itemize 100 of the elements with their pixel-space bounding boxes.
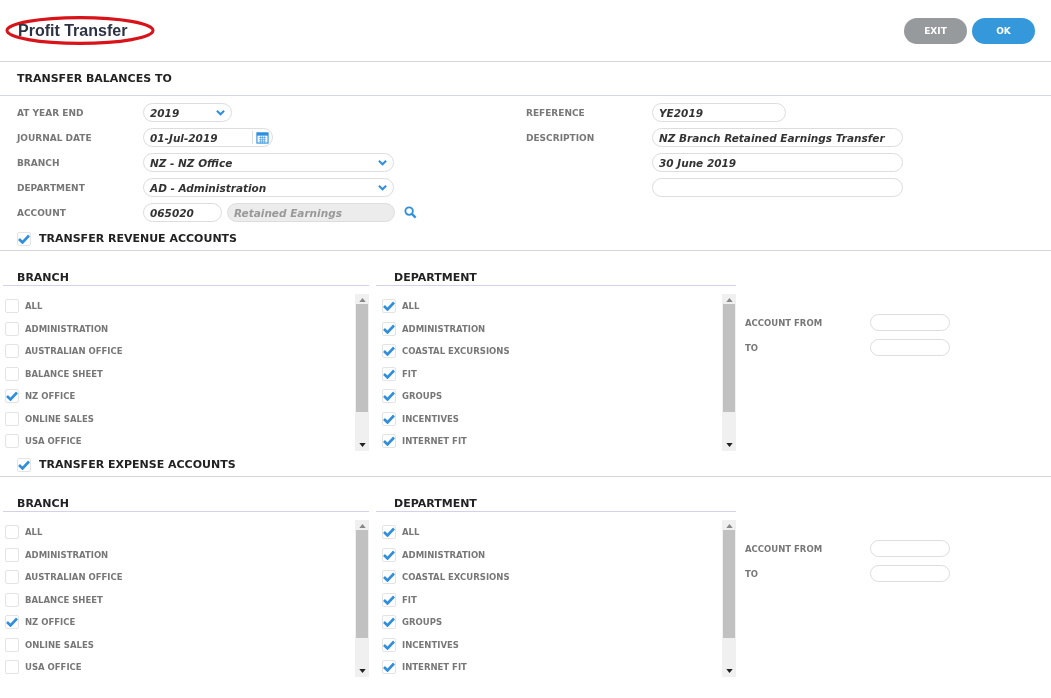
- checkbox[interactable]: [5, 344, 19, 359]
- checkbox-label: TRANSFER EXPENSE ACCOUNTS: [39, 458, 236, 471]
- checkbox[interactable]: [382, 344, 396, 359]
- field-label: ACCOUNT: [17, 207, 67, 218]
- list-item-label[interactable]: ONLINE SALES: [25, 639, 94, 650]
- scroll-down-icon[interactable]: [358, 669, 366, 673]
- list-item-label[interactable]: USA OFFICE: [25, 436, 82, 447]
- field-label: TO: [745, 342, 760, 353]
- list-item-label[interactable]: BALANCE SHEET: [25, 594, 103, 605]
- scroll-down-icon[interactable]: [725, 669, 733, 673]
- checkbox[interactable]: [17, 231, 31, 246]
- list-item-label[interactable]: ALL: [402, 527, 420, 538]
- scroll-down-icon[interactable]: [358, 443, 366, 447]
- field-label: REFERENCE: [526, 107, 586, 118]
- checkbox[interactable]: [5, 637, 19, 652]
- list-item-label[interactable]: INTERNET FIT: [402, 436, 467, 447]
- checkbox[interactable]: [382, 547, 396, 562]
- checkbox[interactable]: [5, 615, 19, 630]
- list-item-label[interactable]: INCENTIVES: [402, 413, 459, 424]
- list-item-label[interactable]: BALANCE SHEET: [25, 368, 103, 379]
- list-item-label[interactable]: GROUPS: [402, 617, 442, 628]
- calendar-icon[interactable]: [252, 131, 272, 144]
- list-item-label[interactable]: ADMINISTRATION: [402, 549, 486, 560]
- account-name-field: Retained Earnings: [227, 203, 395, 222]
- checkbox[interactable]: [382, 321, 396, 336]
- checkbox[interactable]: [17, 457, 31, 472]
- action-button[interactable]: OK: [972, 17, 1035, 44]
- checkbox[interactable]: [5, 525, 19, 540]
- list-item-label[interactable]: COASTAL EXCURSIONS: [402, 572, 510, 583]
- list-item-label[interactable]: FIT: [402, 594, 417, 605]
- checkbox[interactable]: [5, 570, 19, 585]
- list-heading: DEPARTMENT: [394, 496, 477, 510]
- list-item-label[interactable]: ALL: [402, 301, 420, 312]
- checkbox[interactable]: [5, 389, 19, 404]
- checkbox[interactable]: [5, 366, 19, 381]
- page-title: Profit Transfer: [18, 22, 128, 39]
- scrollbar[interactable]: [722, 520, 736, 677]
- field-label: AT YEAR END: [17, 107, 85, 118]
- field-label: ACCOUNT FROM: [745, 317, 824, 328]
- list-item-label[interactable]: NZ OFFICE: [25, 617, 76, 628]
- scrollbar[interactable]: [722, 294, 736, 451]
- list-item-label[interactable]: FIT: [402, 368, 417, 379]
- field-label: DEPARTMENT: [17, 182, 86, 193]
- list-item-label[interactable]: ONLINE SALES: [25, 413, 94, 424]
- list-item-label[interactable]: INCENTIVES: [402, 639, 459, 650]
- list-item-label[interactable]: ADMINISTRATION: [402, 323, 486, 334]
- list-heading: BRANCH: [17, 270, 69, 284]
- chevron-down-icon: [378, 184, 387, 191]
- checkbox[interactable]: [382, 366, 396, 381]
- checkbox[interactable]: [5, 434, 19, 449]
- checkbox[interactable]: [382, 525, 396, 540]
- checkbox[interactable]: [382, 411, 396, 426]
- date-field[interactable]: 01-Jul-2019: [143, 128, 273, 147]
- checkbox[interactable]: [382, 615, 396, 630]
- checkbox[interactable]: [382, 592, 396, 607]
- select-field[interactable]: NZ - NZ Office: [143, 153, 394, 172]
- checkbox[interactable]: [382, 570, 396, 585]
- checkbox[interactable]: [382, 637, 396, 652]
- list-item-label[interactable]: ADMINISTRATION: [25, 323, 109, 334]
- select-field[interactable]: 2019: [143, 103, 232, 122]
- chevron-down-icon: [216, 109, 225, 116]
- checkbox[interactable]: [382, 299, 396, 314]
- checkbox[interactable]: [5, 299, 19, 314]
- list-item-label[interactable]: INTERNET FIT: [402, 662, 467, 673]
- field-label: DESCRIPTION: [526, 132, 596, 143]
- select-field[interactable]: AD - Administration: [143, 178, 394, 197]
- list-item-label[interactable]: AUSTRALIAN OFFICE: [25, 572, 123, 583]
- list-item-label[interactable]: ALL: [25, 527, 43, 538]
- section-heading: TRANSFER BALANCES TO: [17, 72, 172, 85]
- text-field[interactable]: [652, 178, 903, 197]
- list-heading: BRANCH: [17, 496, 69, 510]
- checkbox[interactable]: [5, 660, 19, 675]
- checkbox[interactable]: [5, 547, 19, 562]
- list-item-label[interactable]: COASTAL EXCURSIONS: [402, 346, 510, 357]
- search-icon[interactable]: [404, 206, 417, 219]
- checkbox-label: TRANSFER REVENUE ACCOUNTS: [39, 232, 237, 245]
- chevron-down-icon: [378, 159, 387, 166]
- checkbox[interactable]: [382, 434, 396, 449]
- action-button[interactable]: EXIT: [904, 17, 967, 44]
- checkbox[interactable]: [382, 660, 396, 675]
- list-item-label[interactable]: GROUPS: [402, 391, 442, 402]
- list-item-label[interactable]: USA OFFICE: [25, 662, 82, 673]
- scrollbar[interactable]: [355, 294, 369, 451]
- text-field[interactable]: NZ Branch Retained Earnings Transfer: [652, 128, 903, 147]
- checkbox[interactable]: [5, 411, 19, 426]
- checkbox[interactable]: [5, 592, 19, 607]
- checkbox[interactable]: [5, 321, 19, 336]
- scroll-down-icon[interactable]: [725, 443, 733, 447]
- list-item-label[interactable]: NZ OFFICE: [25, 391, 76, 402]
- field-label: JOURNAL DATE: [17, 132, 93, 143]
- text-field[interactable]: YE2019: [652, 103, 786, 122]
- list-item-label[interactable]: AUSTRALIAN OFFICE: [25, 346, 123, 357]
- field-label: BRANCH: [17, 157, 61, 168]
- list-item-label[interactable]: ALL: [25, 301, 43, 312]
- list-item-label[interactable]: ADMINISTRATION: [25, 549, 109, 560]
- checkbox[interactable]: [382, 389, 396, 404]
- account-code-field[interactable]: 065020: [143, 203, 222, 222]
- list-heading: DEPARTMENT: [394, 270, 477, 284]
- scrollbar[interactable]: [355, 520, 369, 677]
- text-field[interactable]: 30 June 2019: [652, 153, 903, 172]
